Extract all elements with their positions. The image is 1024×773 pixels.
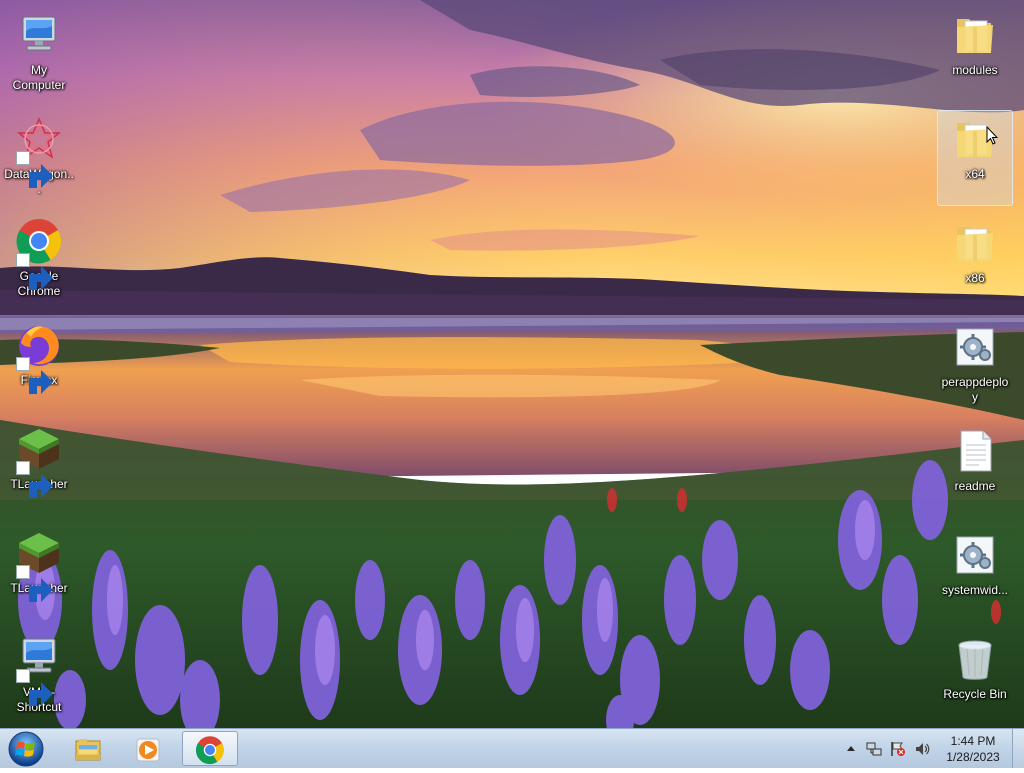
clock-date: 1/28/2023: [946, 750, 1000, 764]
computer-icon: [15, 11, 63, 59]
shortcut-arrow-icon: [16, 253, 53, 290]
folder-library-icon: [75, 739, 101, 761]
desktop-icon-google-chrome[interactable]: Google Chrome: [1, 212, 77, 308]
desktop-icon-label: modules: [952, 63, 998, 77]
shortcut-arrow-icon: [16, 151, 53, 188]
network-icon[interactable]: [866, 741, 882, 757]
taskbar-file-explorer-button[interactable]: [60, 731, 116, 766]
desktop-icon-firefox[interactable]: Firefox: [1, 316, 77, 412]
desktop-icon-datawagon[interactable]: DataWagon...: [1, 110, 77, 206]
desktop-icon-systemwide[interactable]: systemwid...: [937, 526, 1013, 622]
desktop-icon-tlauncher-2[interactable]: TLauncher: [1, 524, 77, 620]
settings-file-icon: [951, 531, 999, 579]
volume-icon[interactable]: [914, 741, 930, 757]
mouse-cursor-icon: [986, 125, 999, 146]
show-hidden-icons-icon[interactable]: [843, 741, 859, 757]
desktop-icon-label: My Computer: [12, 63, 66, 92]
shortcut-arrow-icon: [16, 357, 53, 394]
chrome-icon: [195, 736, 224, 765]
computer-icon: [15, 633, 63, 706]
taskbar: 1:44 PM 1/28/2023: [0, 728, 1024, 768]
shortcut-arrow-icon: [16, 461, 53, 498]
action-center-flag-icon[interactable]: [890, 741, 906, 757]
desktop-icon-tlauncher-1[interactable]: TLauncher: [1, 420, 77, 516]
datawagon-icon: [15, 115, 63, 188]
text-file-icon: [951, 427, 999, 475]
desktop-icon-label: perappdeploy: [941, 375, 1009, 404]
desktop-icon-x64-folder[interactable]: x64: [937, 110, 1013, 206]
desktop-icon-label: systemwid...: [941, 583, 1008, 597]
desktop-icon-label: x64: [965, 167, 985, 181]
desktop-icon-label: x86: [965, 271, 985, 285]
desktop-icon-vm5-shortcut[interactable]: VM5 - Shortcut: [1, 628, 77, 724]
media-player-icon: [136, 738, 160, 762]
clock-time: 1:44 PM: [950, 734, 996, 748]
shortcut-arrow-icon: [16, 565, 53, 602]
desktop-icon-modules-folder[interactable]: modules: [937, 6, 1013, 102]
desktop-icon-recycle-bin[interactable]: Recycle Bin: [937, 630, 1013, 726]
desktop-icon-my-computer[interactable]: My Computer: [1, 6, 77, 102]
desktop-icon-label: Recycle Bin: [943, 687, 1007, 701]
windows-logo-icon: [8, 731, 44, 767]
folder-icon: [951, 11, 999, 59]
folder-icon: [951, 219, 999, 267]
recycle-bin-icon: [951, 635, 999, 683]
tlauncher-icon: [15, 425, 63, 498]
start-button[interactable]: [4, 730, 48, 768]
taskbar-chrome-button[interactable]: [182, 731, 238, 766]
taskbar-clock[interactable]: 1:44 PM 1/28/2023: [937, 733, 1009, 765]
desktop-icon-readme[interactable]: readme: [937, 422, 1013, 518]
taskbar-media-player-button[interactable]: [120, 731, 176, 766]
show-desktop-button[interactable]: [1012, 729, 1024, 768]
desktop-icon-perappdeploy[interactable]: perappdeploy: [937, 318, 1013, 414]
settings-file-icon: [951, 323, 999, 371]
tlauncher-icon: [15, 529, 63, 602]
shortcut-arrow-icon: [16, 669, 53, 706]
desktop-icon-x86-folder[interactable]: x86: [937, 214, 1013, 310]
firefox-icon: [15, 321, 63, 394]
chrome-icon: [15, 217, 63, 290]
desktop-wallpaper: [0, 0, 1024, 728]
desktop-icon-label: readme: [954, 479, 996, 493]
